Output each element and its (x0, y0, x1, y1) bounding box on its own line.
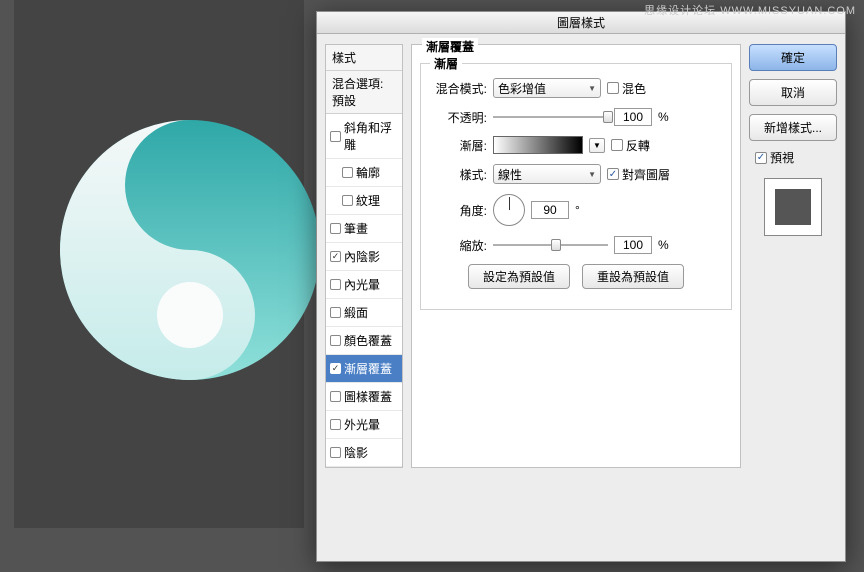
checkbox-icon[interactable] (330, 447, 341, 458)
reset-default-button[interactable]: 重設為預設值 (582, 264, 684, 289)
style-item-label: 陰影 (344, 444, 368, 461)
style-item-label: 漸層覆蓋 (344, 360, 392, 377)
right-column: 確定 取消 新增樣式... ✓預視 (749, 44, 837, 468)
scale-slider[interactable] (493, 244, 608, 246)
styles-header[interactable]: 樣式 (326, 45, 402, 71)
reverse-checkbox[interactable]: 反轉 (611, 137, 650, 154)
checkbox-icon[interactable] (330, 223, 341, 234)
checkbox-icon[interactable]: ✓ (330, 363, 341, 374)
scale-label: 縮放: (431, 237, 487, 254)
mix-checkbox[interactable]: 混色 (607, 80, 646, 97)
style-list: 樣式 混合選項: 預設 斜角和浮雕輪廓紋理筆畫✓內陰影內光暈緞面顏色覆蓋✓漸層覆… (325, 44, 403, 468)
new-style-button[interactable]: 新增樣式... (749, 114, 837, 141)
checkbox-icon[interactable] (330, 335, 341, 346)
style-label: 樣式: (431, 166, 487, 183)
chevron-down-icon: ▼ (588, 84, 596, 93)
scale-input[interactable] (614, 236, 652, 254)
angle-label: 角度: (431, 202, 487, 219)
blend-mode-label: 混合模式: (431, 80, 487, 97)
gradient-preview[interactable] (493, 136, 583, 154)
ok-button[interactable]: 確定 (749, 44, 837, 71)
cancel-button[interactable]: 取消 (749, 79, 837, 106)
blend-mode-select[interactable]: 色彩增值 ▼ (493, 78, 601, 98)
style-item[interactable]: ✓漸層覆蓋 (326, 355, 402, 383)
dialog-title: 圖層樣式 (557, 16, 605, 30)
style-item-label: 內陰影 (344, 248, 380, 265)
preview-checkbox[interactable]: ✓預視 (755, 149, 837, 166)
style-item-label: 圖樣覆蓋 (344, 388, 392, 405)
style-item[interactable]: ✓內陰影 (326, 243, 402, 271)
style-item[interactable]: 圖樣覆蓋 (326, 383, 402, 411)
style-item[interactable]: 緞面 (326, 299, 402, 327)
style-item[interactable]: 陰影 (326, 439, 402, 467)
layer-style-dialog: 圖層樣式 樣式 混合選項: 預設 斜角和浮雕輪廓紋理筆畫✓內陰影內光暈緞面顏色覆… (316, 11, 846, 562)
style-item[interactable]: 紋理 (326, 187, 402, 215)
checkbox-icon[interactable] (330, 419, 341, 430)
watermark: 思缘设计论坛 WWW.MISSYUAN.COM (644, 2, 856, 18)
checkbox-icon[interactable] (330, 391, 341, 402)
style-item-label: 外光暈 (344, 416, 380, 433)
checkbox-icon[interactable] (330, 307, 341, 318)
checkbox-icon[interactable] (330, 131, 341, 142)
make-default-button[interactable]: 設定為預設值 (468, 264, 570, 289)
style-item-label: 顏色覆蓋 (344, 332, 392, 349)
section-title: 漸層覆蓋 (422, 38, 478, 55)
style-item-label: 斜角和浮雕 (344, 119, 398, 153)
style-item[interactable]: 顏色覆蓋 (326, 327, 402, 355)
settings-panel: 漸層覆蓋 漸層 混合模式: 色彩增值 ▼ 混色 不透明: (411, 44, 741, 468)
opacity-slider[interactable] (493, 116, 608, 118)
chevron-down-icon: ▼ (588, 170, 596, 179)
opacity-input[interactable] (614, 108, 652, 126)
gradient-label: 漸層: (431, 137, 487, 154)
checkbox-icon[interactable] (342, 195, 353, 206)
angle-dial[interactable] (493, 194, 525, 226)
checkbox-icon[interactable] (342, 167, 353, 178)
style-item-label: 緞面 (344, 304, 368, 321)
style-select[interactable]: 線性 ▼ (493, 164, 601, 184)
opacity-label: 不透明: (431, 109, 487, 126)
style-item-label: 筆畫 (344, 220, 368, 237)
style-item[interactable]: 外光暈 (326, 411, 402, 439)
yin-yang-artwork (60, 120, 320, 380)
style-item[interactable]: 內光暈 (326, 271, 402, 299)
preview-swatch (764, 178, 822, 236)
style-item[interactable]: 斜角和浮雕 (326, 114, 402, 159)
style-item-label: 輪廓 (356, 164, 380, 181)
angle-input[interactable] (531, 201, 569, 219)
checkbox-icon[interactable]: ✓ (330, 251, 341, 262)
blend-options-item[interactable]: 混合選項: 預設 (326, 71, 402, 114)
align-checkbox[interactable]: ✓對齊圖層 (607, 166, 670, 183)
style-item-label: 紋理 (356, 192, 380, 209)
gradient-group: 漸層 混合模式: 色彩增值 ▼ 混色 不透明: (420, 63, 732, 310)
gradient-dropdown-icon[interactable]: ▼ (589, 138, 605, 153)
style-item[interactable]: 筆畫 (326, 215, 402, 243)
style-item-label: 內光暈 (344, 276, 380, 293)
style-item[interactable]: 輪廓 (326, 159, 402, 187)
group-title: 漸層 (430, 55, 462, 72)
checkbox-icon[interactable] (330, 279, 341, 290)
